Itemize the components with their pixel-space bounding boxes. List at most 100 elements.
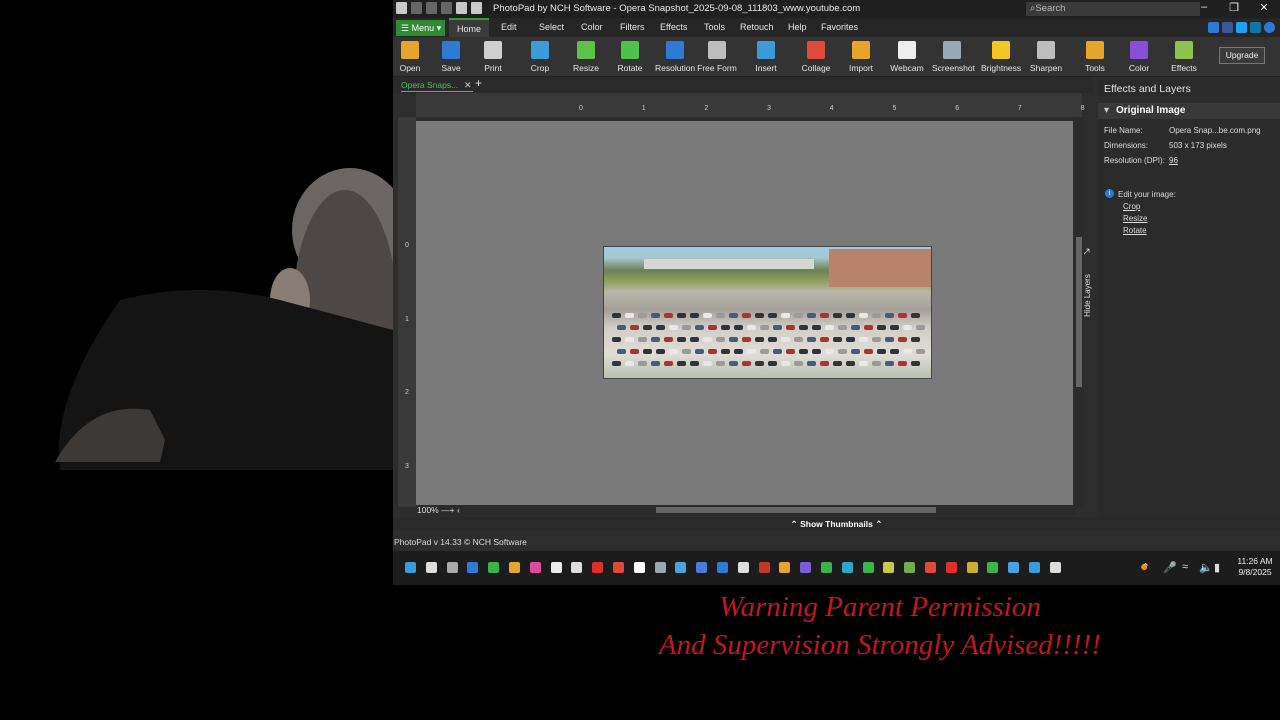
linkedin-icon[interactable] (1250, 22, 1261, 33)
taskbar-app-icon[interactable] (675, 562, 687, 573)
taskbar-app-icon[interactable] (446, 562, 458, 573)
tab-favorites[interactable]: Favorites (821, 22, 858, 32)
resize-button[interactable]: Resize (566, 41, 606, 73)
import-button[interactable]: Import (841, 41, 881, 73)
scroll-left-icon[interactable]: ‹ (457, 505, 460, 515)
screenshot-button[interactable]: Screenshot (932, 41, 975, 73)
rotate-button[interactable]: Rotate (610, 41, 650, 73)
taskbar-app-icon[interactable] (925, 562, 936, 573)
thumbs-up-icon[interactable] (1208, 22, 1219, 33)
taskbar-app-icon[interactable] (592, 562, 604, 573)
chevron-up-icon[interactable]: ⌃ (1141, 561, 1150, 574)
restore-button[interactable]: ❐ (1219, 1, 1249, 14)
taskbar-app-icon[interactable] (821, 562, 832, 573)
tab-home[interactable]: Home (449, 18, 490, 37)
taskbar-app-icon[interactable] (654, 562, 666, 573)
taskbar-app-icon[interactable] (800, 562, 812, 573)
print-button[interactable]: Print (473, 41, 513, 73)
taskbar-app-icon[interactable] (467, 562, 479, 573)
taskbar-app-icon[interactable] (841, 562, 853, 573)
canvas-area[interactable]: ⤢ (416, 121, 1090, 507)
taskbar-app-icon[interactable] (945, 562, 957, 573)
show-thumbnails-bar[interactable]: ⌃ Show Thumbnails ⌃ (393, 517, 1280, 531)
save-quick-icon[interactable] (411, 2, 422, 14)
taskbar-app-icon[interactable] (633, 562, 645, 573)
taskbar-app-icon[interactable] (613, 562, 624, 573)
rotate-link[interactable]: Rotate (1123, 226, 1147, 235)
sharpen-button[interactable]: Sharpen (1026, 41, 1066, 73)
crop-link[interactable]: Crop (1123, 202, 1140, 211)
taskbar-app-icon[interactable] (758, 562, 770, 573)
zoom-in-icon[interactable]: + (450, 505, 455, 515)
minimize-button[interactable]: – (1189, 1, 1219, 13)
search-icon[interactable] (425, 562, 437, 573)
tab-retouch[interactable]: Retouch (740, 22, 774, 32)
taskbar-app-icon[interactable] (717, 562, 728, 573)
taskbar-app-icon[interactable] (883, 562, 895, 573)
taskbar-clock[interactable]: 11:26 AM 9/8/2025 (1235, 556, 1275, 578)
free-form-button[interactable]: Free Form (697, 41, 737, 73)
close-tab-icon[interactable]: ✕ (464, 78, 472, 92)
zoom-control[interactable]: 100% —+ ‹ (417, 505, 464, 515)
tools-button[interactable]: Tools (1075, 41, 1115, 73)
tab-select[interactable]: Select (539, 22, 564, 32)
taskbar-app-icon[interactable] (1029, 562, 1040, 573)
original-image-section[interactable]: Original Image (1098, 103, 1280, 119)
main-menu-button[interactable]: ☰ Menu ▾ (396, 20, 445, 36)
upgrade-button[interactable]: Upgrade (1219, 47, 1265, 64)
taskbar-app-icon[interactable] (862, 562, 874, 573)
horizontal-scrollbar[interactable] (416, 505, 1076, 515)
crop-button[interactable]: Crop (520, 41, 560, 73)
lock-icon[interactable] (471, 2, 482, 14)
battery-icon[interactable]: ▮ (1214, 561, 1220, 574)
resolution-value[interactable]: 96 (1169, 156, 1178, 165)
taskbar-app-icon[interactable] (1049, 562, 1061, 573)
twitter-icon[interactable] (1236, 22, 1247, 33)
taskbar-app-icon[interactable] (1008, 562, 1020, 573)
taskbar-app-icon[interactable] (509, 562, 520, 573)
effects-button[interactable]: Effects (1164, 41, 1204, 73)
facebook-icon[interactable] (1222, 22, 1233, 33)
taskbar-app-icon[interactable] (737, 562, 749, 573)
taskbar-app-icon[interactable] (550, 562, 562, 573)
taskbar-app-icon[interactable] (488, 562, 500, 573)
undo-icon[interactable] (426, 2, 437, 14)
help-icon[interactable] (1264, 22, 1275, 33)
edited-image[interactable] (603, 246, 932, 379)
taskbar-app-icon[interactable] (904, 562, 916, 573)
open-button[interactable]: Open (390, 41, 430, 73)
document-tab[interactable]: Opera Snaps... ✕ (401, 78, 473, 92)
resize-link[interactable]: Resize (1123, 214, 1147, 223)
taskbar-app-icon[interactable] (696, 562, 708, 573)
volume-icon[interactable]: 🔈 (1199, 561, 1213, 574)
tab-edit[interactable]: Edit (501, 22, 517, 32)
taskbar-app-icon[interactable] (987, 562, 999, 573)
tab-filters[interactable]: Filters (620, 22, 645, 32)
start-icon[interactable] (405, 562, 416, 573)
insert-button[interactable]: Insert (746, 41, 786, 73)
collage-button[interactable]: Collage (796, 41, 836, 73)
brightness-button[interactable]: Brightness (981, 41, 1021, 73)
search-input[interactable]: ⌕Search (1026, 2, 1200, 16)
microphone-icon[interactable]: 🎤 (1163, 561, 1177, 574)
zoom-out-icon[interactable]: — (441, 505, 450, 515)
tab-help[interactable]: Help (788, 22, 807, 32)
redo-icon[interactable] (441, 2, 452, 14)
taskbar-app-icon[interactable] (571, 562, 583, 573)
taskbar-app-icon[interactable] (779, 562, 791, 573)
resolution-button[interactable]: Resolution (655, 41, 695, 73)
taskbar-app-icon[interactable] (966, 562, 978, 573)
wifi-icon[interactable]: ≈ (1182, 561, 1188, 573)
tab-effects[interactable]: Effects (660, 22, 687, 32)
hide-layers-tab[interactable]: Hide Layers (1083, 255, 1096, 345)
color-button[interactable]: Color (1119, 41, 1159, 73)
vertical-scroll-thumb[interactable] (1076, 237, 1082, 387)
webcam-button[interactable]: Webcam (887, 41, 927, 73)
tab-color[interactable]: Color (581, 22, 603, 32)
close-button[interactable]: ✕ (1249, 1, 1279, 14)
tab-tools[interactable]: Tools (704, 22, 725, 32)
add-tab-icon[interactable]: + (475, 76, 482, 90)
save-icon[interactable] (456, 2, 467, 14)
save-button[interactable]: Save (431, 41, 471, 73)
horizontal-scroll-thumb[interactable] (656, 507, 936, 513)
